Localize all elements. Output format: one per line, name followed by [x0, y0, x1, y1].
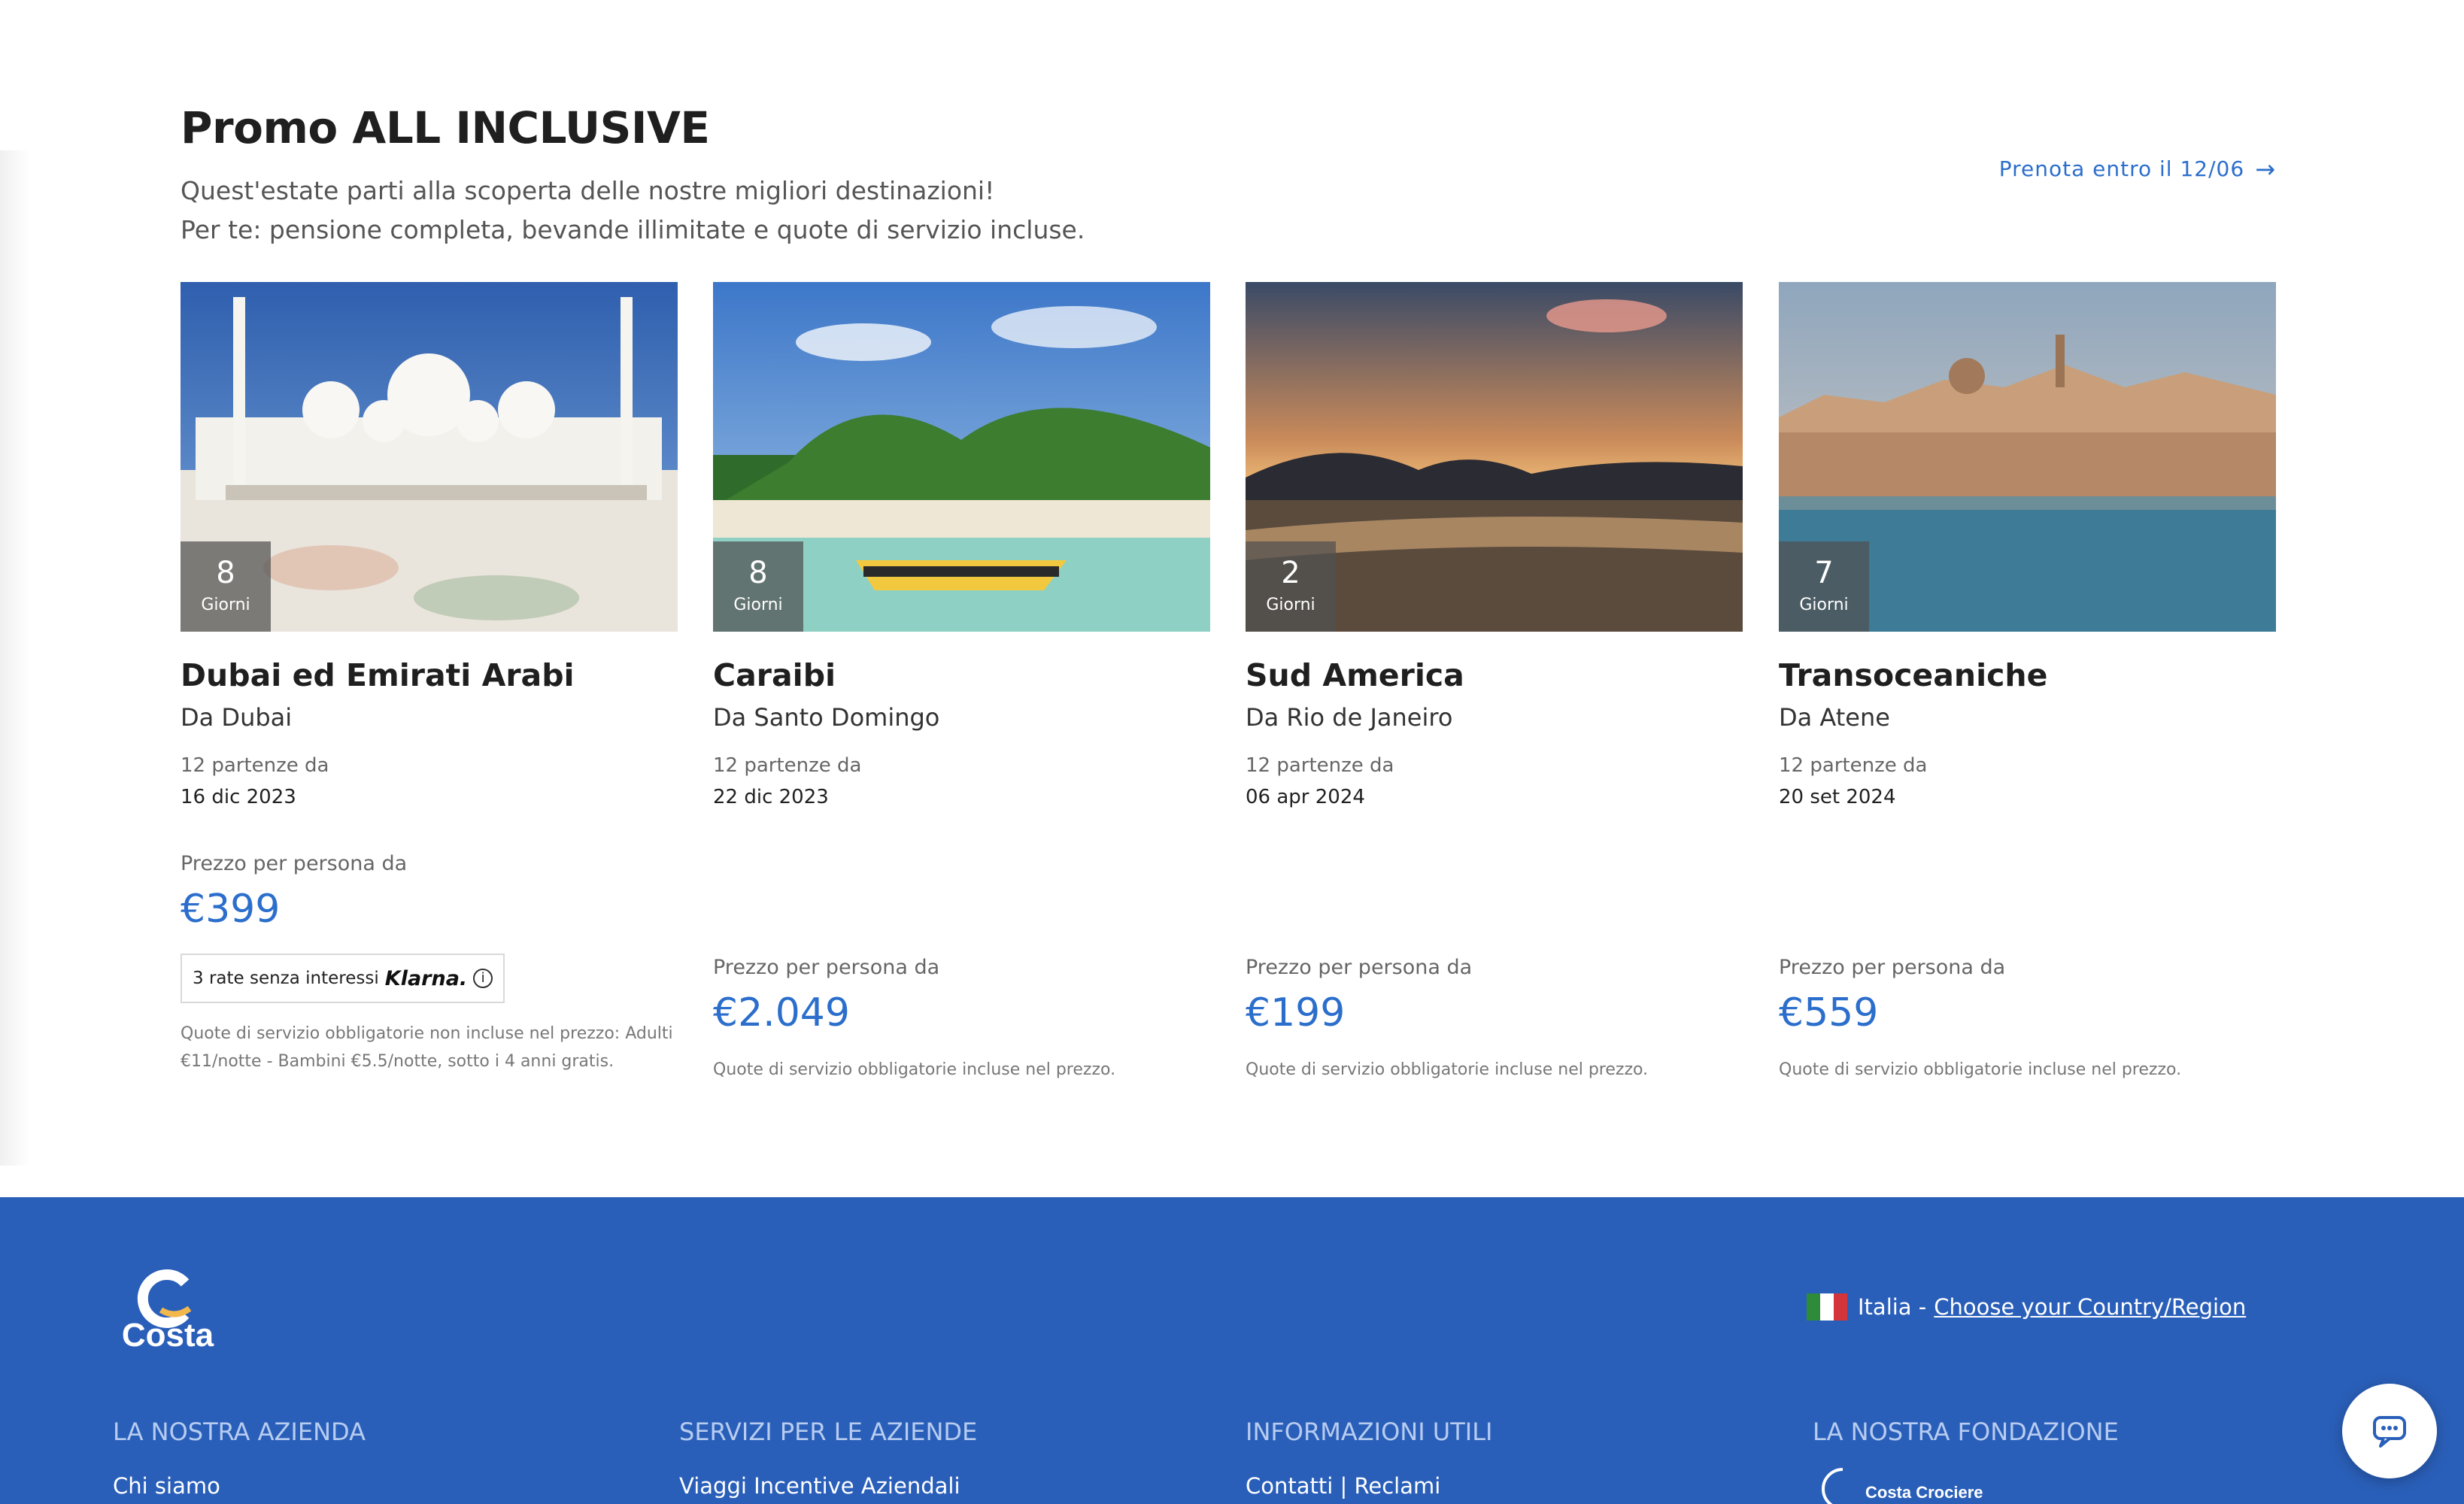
card-departures-label: 12 partenze da [1779, 754, 1928, 777]
price-value: €559 [1779, 990, 1879, 1036]
info-icon[interactable]: i [473, 969, 493, 988]
cruise-card-transatlantic[interactable]: 7 Giorni Transoceaniche Da Atene 12 part… [1779, 282, 2276, 1109]
card-image[interactable]: 7 Giorni [1779, 282, 2276, 632]
promo-title: Promo ALL INCLUSIVE [181, 102, 710, 153]
footer-column-heading: SERVIZI PER LE AZIENDE [679, 1418, 978, 1446]
svg-text:Costa: Costa [122, 1317, 214, 1352]
footer-column-heading: LA NOSTRA FONDAZIONE [1813, 1418, 2119, 1446]
duration-days: 8 [748, 556, 768, 590]
card-departures-label: 12 partenze da [181, 754, 329, 777]
card-departure-port: Da Atene [1779, 703, 1890, 732]
card-title[interactable]: Sud America [1246, 654, 1743, 696]
italy-flag-icon [1807, 1293, 1847, 1321]
foundation-logo[interactable]: Costa Crociere [1813, 1465, 2008, 1504]
duration-label: Giorni [1266, 596, 1315, 614]
duration-days: 7 [1814, 556, 1834, 590]
duration-label: Giorni [1799, 596, 1849, 614]
costa-logo[interactable]: Costa [111, 1269, 224, 1354]
klarna-badge[interactable]: 3 rate senza interessi Klarna. i [181, 954, 505, 1003]
footer-column-foundation: LA NOSTRA FONDAZIONE Costa Crociere [1813, 1415, 2119, 1504]
klarna-logo: Klarna. [384, 966, 468, 990]
promo-subtitle-line-2: Per te: pensione completa, bevande illim… [181, 215, 1085, 244]
card-title[interactable]: Transoceaniche [1779, 654, 2276, 696]
footer-column-business: SERVIZI PER LE AZIENDE Viaggi Incentive … [679, 1415, 977, 1501]
card-departure-port: Da Santo Domingo [713, 703, 940, 732]
cruise-card-list: 8 Giorni Dubai ed Emirati Arabi Da Dubai… [181, 282, 2276, 1109]
service-fees-note: Quote di servizio obbligatorie non inclu… [181, 1024, 673, 1071]
footer-link-incentive[interactable]: Viaggi Incentive Aziendali [679, 1471, 977, 1501]
price-label: Prezzo per persona da [181, 852, 408, 875]
duration-badge: 8 Giorni [713, 541, 803, 632]
price-value: €399 [181, 887, 281, 932]
price-label: Prezzo per persona da [1779, 956, 2006, 979]
card-departure-date: 16 dic 2023 [181, 786, 296, 808]
book-by-link-label: Prenota entro il 12/06 [1998, 156, 2245, 181]
country-selector: Italia - Choose your Country/Region [1807, 1293, 2246, 1321]
card-title[interactable]: Dubai ed Emirati Arabi [181, 654, 678, 696]
klarna-text: 3 rate senza interessi [193, 969, 379, 988]
svg-text:Costa Crociere: Costa Crociere [1865, 1483, 1983, 1502]
card-departure-port: Da Dubai [181, 703, 293, 732]
price-label: Prezzo per persona da [713, 956, 940, 979]
service-fees-note: Quote di servizio obbligatorie incluse n… [1246, 1060, 1649, 1079]
price-value: €2.049 [713, 990, 850, 1036]
duration-label: Giorni [733, 596, 783, 614]
footer-column-heading: INFORMAZIONI UTILI [1246, 1418, 1493, 1446]
site-footer: Costa Italia - Choose your Country/Regio… [0, 1197, 2464, 1504]
cruise-card-caribbean[interactable]: 8 Giorni Caraibi Da Santo Domingo 12 par… [713, 282, 1210, 1109]
side-shadow [0, 150, 30, 1166]
arrow-right-icon: → [2255, 154, 2276, 183]
duration-days: 8 [216, 556, 235, 590]
chat-icon [2373, 1416, 2406, 1448]
card-departure-date: 20 set 2024 [1779, 786, 1896, 808]
promo-header: Promo ALL INCLUSIVE Quest'estate parti a… [181, 98, 2276, 250]
footer-column-info: INFORMAZIONI UTILI Contatti | Reclami [1246, 1415, 1492, 1501]
footer-column-company: LA NOSTRA AZIENDA Chi siamo [113, 1415, 366, 1501]
card-title[interactable]: Caraibi [713, 654, 1210, 696]
chat-button[interactable] [2342, 1384, 2437, 1478]
service-fees-note: Quote di servizio obbligatorie incluse n… [1779, 1060, 2182, 1079]
price-label: Prezzo per persona da [1246, 956, 1473, 979]
duration-badge: 8 Giorni [181, 541, 271, 632]
price-block: Prezzo per persona da €2.049 Quote di se… [713, 954, 1115, 1084]
card-image[interactable]: 8 Giorni [181, 282, 678, 632]
price-value: €199 [1246, 990, 1346, 1036]
price-block: Prezzo per persona da €559 Quote di serv… [1779, 954, 2181, 1084]
cruise-card-dubai[interactable]: 8 Giorni Dubai ed Emirati Arabi Da Dubai… [181, 282, 678, 1109]
price-block: Prezzo per persona da €399 3 rate senza … [181, 850, 678, 1075]
card-departures-label: 12 partenze da [1246, 754, 1394, 777]
book-by-link[interactable]: Prenota entro il 12/06 → [1999, 156, 2276, 181]
page: Promo ALL INCLUSIVE Quest'estate parti a… [0, 0, 2464, 1504]
duration-badge: 2 Giorni [1246, 541, 1336, 632]
price-block: Prezzo per persona da €199 Quote di serv… [1246, 954, 1648, 1084]
card-image[interactable]: 8 Giorni [713, 282, 1210, 632]
footer-link-contacts[interactable]: Contatti | Reclami [1246, 1471, 1492, 1501]
choose-country-link[interactable]: Choose your Country/Region [1934, 1294, 2246, 1320]
duration-days: 2 [1281, 556, 1300, 590]
cruise-card-south-america[interactable]: 2 Giorni Sud America Da Rio de Janeiro 1… [1246, 282, 1743, 1109]
card-departure-date: 22 dic 2023 [713, 786, 829, 808]
duration-badge: 7 Giorni [1779, 541, 1869, 632]
card-image[interactable]: 2 Giorni [1246, 282, 1743, 632]
card-departures-label: 12 partenze da [713, 754, 862, 777]
card-departure-date: 06 apr 2024 [1246, 786, 1365, 808]
footer-link-about[interactable]: Chi siamo [113, 1471, 366, 1501]
card-departure-port: Da Rio de Janeiro [1246, 703, 1453, 732]
duration-label: Giorni [201, 596, 250, 614]
current-country: Italia - [1858, 1294, 1927, 1320]
footer-column-heading: LA NOSTRA AZIENDA [113, 1418, 366, 1446]
promo-subtitle: Quest'estate parti alla scoperta delle n… [181, 171, 2276, 250]
service-fees-note: Quote di servizio obbligatorie incluse n… [713, 1060, 1116, 1079]
costa-logo-icon: Costa [122, 1269, 214, 1354]
promo-subtitle-line-1: Quest'estate parti alla scoperta delle n… [181, 176, 995, 205]
